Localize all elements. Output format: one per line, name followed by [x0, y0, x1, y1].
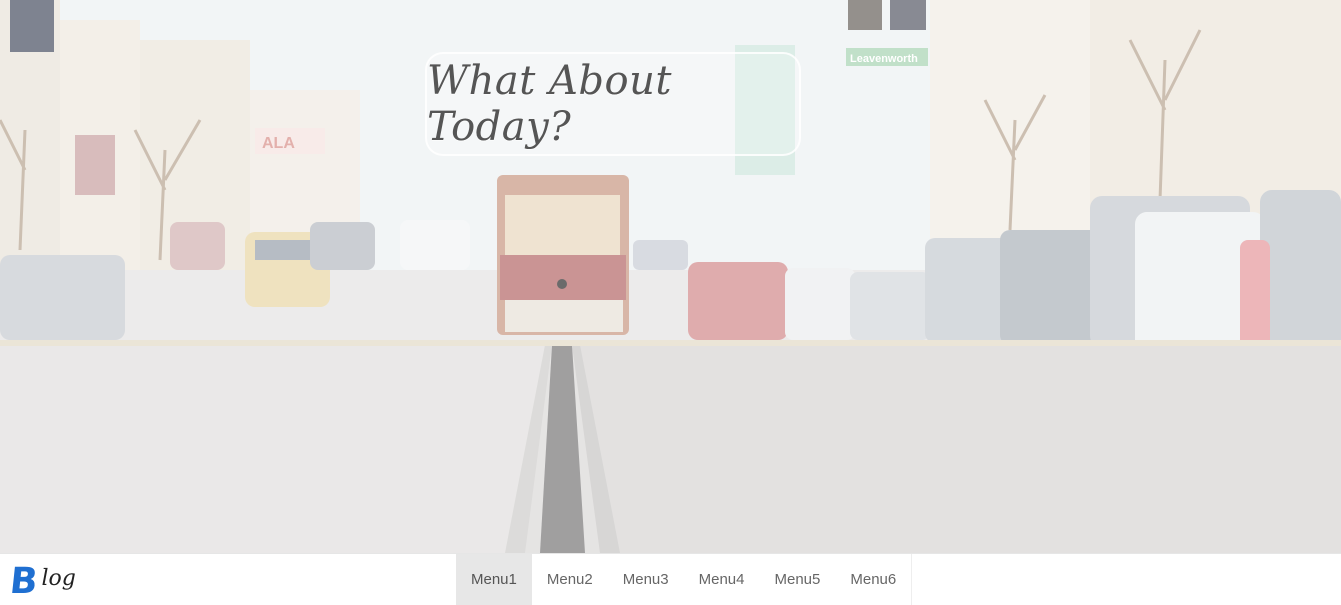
menu-item-4[interactable]: Menu4: [684, 554, 760, 605]
menu-item-5[interactable]: Menu5: [760, 554, 836, 605]
navbar: B log Menu1 Menu2 Menu3 Menu4 Menu5 Menu…: [0, 553, 1341, 605]
brand-logo-text: log: [41, 566, 76, 591]
hero-title: What About Today?: [427, 58, 672, 150]
menu-item-2[interactable]: Menu2: [532, 554, 608, 605]
brand-logo[interactable]: B log: [7, 561, 76, 602]
hero-background: ALA Leavenworth What About Today?: [0, 0, 1341, 553]
menu-item-6[interactable]: Menu6: [835, 554, 911, 605]
menu-item-1[interactable]: Menu1: [456, 554, 532, 605]
hero-title-box: What About Today?: [425, 52, 801, 156]
brand-logo-letter: B: [7, 561, 40, 602]
menu-item-3[interactable]: Menu3: [608, 554, 684, 605]
main-menu: Menu1 Menu2 Menu3 Menu4 Menu5 Menu6: [456, 554, 913, 605]
